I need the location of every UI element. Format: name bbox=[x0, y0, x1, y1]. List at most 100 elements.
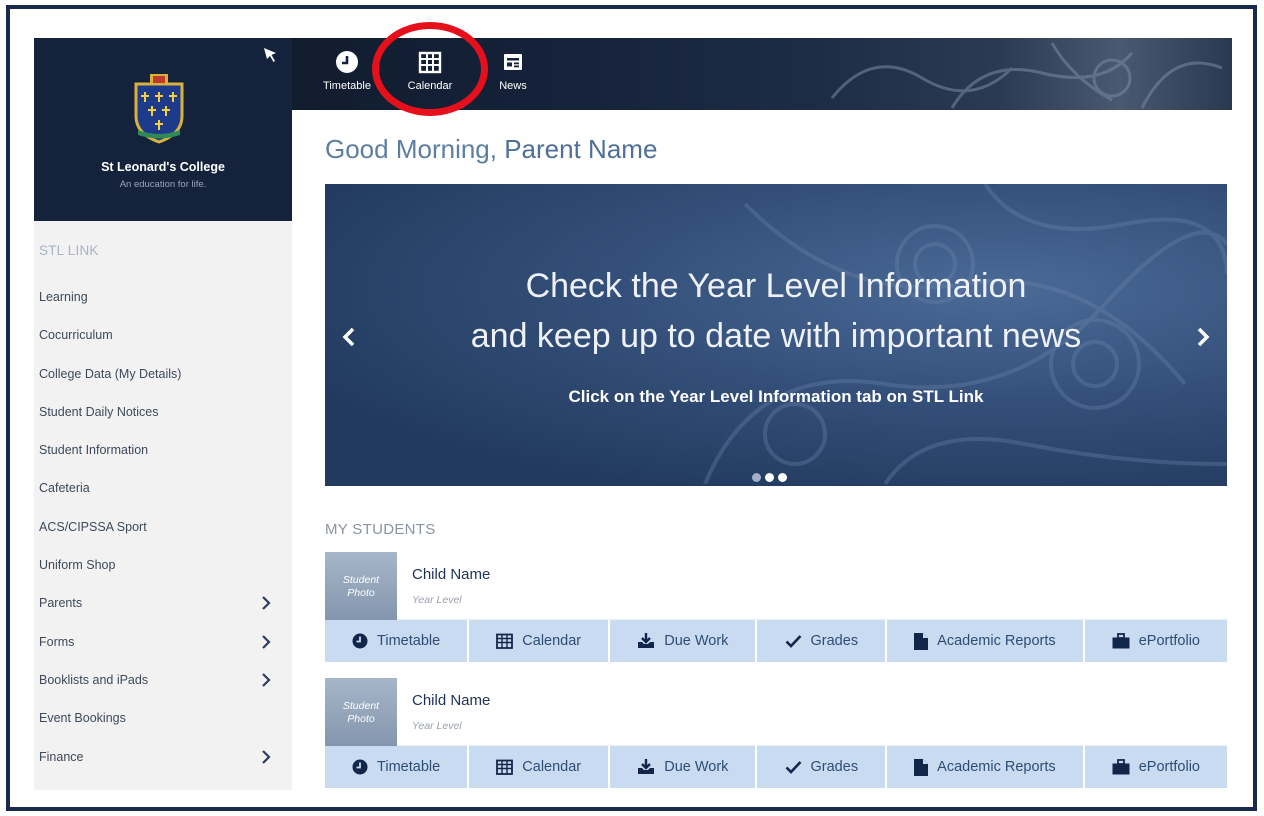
carousel-prev-arrow-icon[interactable] bbox=[337, 322, 361, 352]
sidebar-item-learning[interactable]: Learning bbox=[34, 278, 292, 316]
clock-icon bbox=[336, 51, 358, 73]
sidebar-item-label: Booklists and iPads bbox=[39, 672, 149, 687]
sidebar-item-uniform-shop[interactable]: Uniform Shop bbox=[34, 546, 292, 584]
checkmark-icon bbox=[785, 635, 801, 648]
student-due-work-button[interactable]: Due Work bbox=[610, 746, 758, 788]
greeting-salutation: Good Morning, bbox=[325, 134, 497, 164]
sidebar-nav: Learning Cocurriculum College Data (My D… bbox=[34, 278, 292, 776]
sidebar-heading: STL LINK bbox=[39, 243, 99, 258]
sidebar-item-label: Forms bbox=[39, 634, 75, 649]
action-label: Due Work bbox=[664, 633, 729, 649]
newspaper-icon bbox=[504, 54, 522, 70]
carousel-dot-active[interactable] bbox=[765, 473, 774, 482]
action-label: Timetable bbox=[377, 759, 441, 775]
brand-panel[interactable]: St Leonard's College An education for li… bbox=[34, 38, 292, 221]
toolbar-news-button[interactable]: News bbox=[478, 50, 548, 92]
calendar-highlight-circle bbox=[372, 22, 488, 116]
banner-headline-line1: Check the Year Level Information bbox=[525, 267, 1027, 305]
chevron-right-icon bbox=[262, 749, 271, 764]
student-grades-button[interactable]: Grades bbox=[757, 746, 888, 788]
checkmark-icon bbox=[785, 761, 801, 774]
sidebar-item-booklists[interactable]: Booklists and iPads bbox=[34, 661, 292, 699]
clock-icon bbox=[352, 759, 368, 775]
action-label: ePortfolio bbox=[1138, 759, 1200, 775]
student-summary[interactable]: Student Photo Child Name Year Level bbox=[325, 678, 1227, 746]
sidebar-item-parents[interactable]: Parents bbox=[34, 584, 292, 622]
sidebar-item-sport[interactable]: ACS/CIPSSA Sport bbox=[34, 508, 292, 546]
sidebar-item-forms[interactable]: Forms bbox=[34, 623, 292, 661]
photo-placeholder-line1: Student bbox=[342, 574, 380, 586]
sidebar-item-label: Cocurriculum bbox=[39, 328, 113, 343]
greeting-heading: Good Morning, Parent Name bbox=[325, 134, 657, 165]
calendar-icon bbox=[496, 633, 514, 649]
sidebar-item-label: Student Information bbox=[39, 443, 149, 458]
sidebar-item-label: Cafeteria bbox=[39, 481, 90, 496]
sidebar-item-label: ACS/CIPSSA Sport bbox=[39, 519, 147, 534]
carousel-dot[interactable] bbox=[752, 473, 761, 482]
student-action-bar: Timetable Calendar Due Work Grades Acade… bbox=[325, 620, 1227, 662]
sidebar-item-label: Learning bbox=[39, 290, 88, 304]
toolbar-news-label: News bbox=[499, 80, 527, 92]
action-label: Grades bbox=[810, 759, 859, 775]
sidebar-item-label: College Data (My Details) bbox=[39, 366, 182, 381]
photo-placeholder-line2: Photo bbox=[347, 587, 375, 599]
briefcase-icon bbox=[1112, 633, 1130, 649]
sidebar-item-label: Student Daily Notices bbox=[39, 404, 159, 419]
sidebar-item-cocurriculum[interactable]: Cocurriculum bbox=[34, 316, 292, 354]
student-name: Child Name bbox=[412, 692, 491, 709]
announcement-carousel[interactable]: Check the Year Level Information and kee… bbox=[325, 184, 1227, 486]
student-name: Child Name bbox=[412, 566, 491, 583]
college-name: St Leonard's College bbox=[101, 160, 225, 174]
sidebar: St Leonard's College An education for li… bbox=[34, 38, 292, 790]
sidebar-item-event-bookings[interactable]: Event Bookings bbox=[34, 699, 292, 737]
greeting-user-name: Parent Name bbox=[504, 134, 658, 164]
chevron-right-icon bbox=[262, 596, 271, 611]
student-eportfolio-button[interactable]: ePortfolio bbox=[1085, 620, 1227, 662]
document-icon bbox=[914, 632, 929, 650]
student-photo: Student Photo bbox=[325, 678, 397, 746]
pin-icon[interactable] bbox=[261, 46, 279, 64]
sidebar-item-student-information[interactable]: Student Information bbox=[34, 431, 292, 469]
toolbar-timetable-label: Timetable bbox=[323, 80, 371, 92]
student-academic-reports-button[interactable]: Academic Reports bbox=[887, 746, 1085, 788]
banner-headline-line2: and keep up to date with important news bbox=[470, 317, 1082, 355]
chevron-right-icon bbox=[262, 634, 271, 649]
photo-placeholder-line1: Student bbox=[342, 700, 380, 712]
carousel-indicators bbox=[752, 469, 791, 486]
student-timetable-button[interactable]: Timetable bbox=[325, 620, 470, 662]
action-label: Academic Reports bbox=[937, 633, 1056, 649]
student-action-bar: Timetable Calendar Due Work Grades Acade… bbox=[325, 746, 1227, 788]
action-label: Due Work bbox=[664, 759, 729, 775]
sidebar-item-label: Uniform Shop bbox=[39, 558, 116, 573]
student-academic-reports-button[interactable]: Academic Reports bbox=[887, 620, 1085, 662]
carousel-next-arrow-icon[interactable] bbox=[1191, 322, 1215, 352]
student-grades-button[interactable]: Grades bbox=[757, 620, 888, 662]
action-label: Academic Reports bbox=[937, 759, 1056, 775]
download-tray-icon bbox=[638, 759, 655, 774]
sidebar-item-label: Event Bookings bbox=[39, 711, 126, 726]
download-tray-icon bbox=[638, 633, 655, 648]
banner-subtitle: Click on the Year Level Information tab … bbox=[568, 387, 984, 406]
photo-placeholder-line2: Photo bbox=[347, 713, 375, 725]
student-calendar-button[interactable]: Calendar bbox=[469, 620, 611, 662]
student-due-work-button[interactable]: Due Work bbox=[610, 620, 758, 662]
sidebar-item-college-data[interactable]: College Data (My Details) bbox=[34, 355, 292, 393]
student-card: Student Photo Child Name Year Level Time… bbox=[325, 678, 1227, 788]
document-icon bbox=[914, 758, 929, 776]
student-calendar-button[interactable]: Calendar bbox=[469, 746, 611, 788]
action-label: ePortfolio bbox=[1138, 633, 1200, 649]
sidebar-item-finance[interactable]: Finance bbox=[34, 738, 292, 776]
sidebar-item-student-daily-notices[interactable]: Student Daily Notices bbox=[34, 393, 292, 431]
college-crest-logo bbox=[134, 74, 184, 144]
student-timetable-button[interactable]: Timetable bbox=[325, 746, 470, 788]
student-summary[interactable]: Student Photo Child Name Year Level bbox=[325, 552, 1227, 620]
action-label: Timetable bbox=[377, 633, 441, 649]
sidebar-item-cafeteria[interactable]: Cafeteria bbox=[34, 469, 292, 507]
action-label: Calendar bbox=[522, 633, 582, 649]
student-photo: Student Photo bbox=[325, 552, 397, 620]
student-year-level: Year Level bbox=[412, 720, 462, 732]
sidebar-item-label: Parents bbox=[39, 596, 83, 611]
briefcase-icon bbox=[1112, 759, 1130, 775]
student-eportfolio-button[interactable]: ePortfolio bbox=[1085, 746, 1227, 788]
carousel-dot[interactable] bbox=[778, 473, 787, 482]
